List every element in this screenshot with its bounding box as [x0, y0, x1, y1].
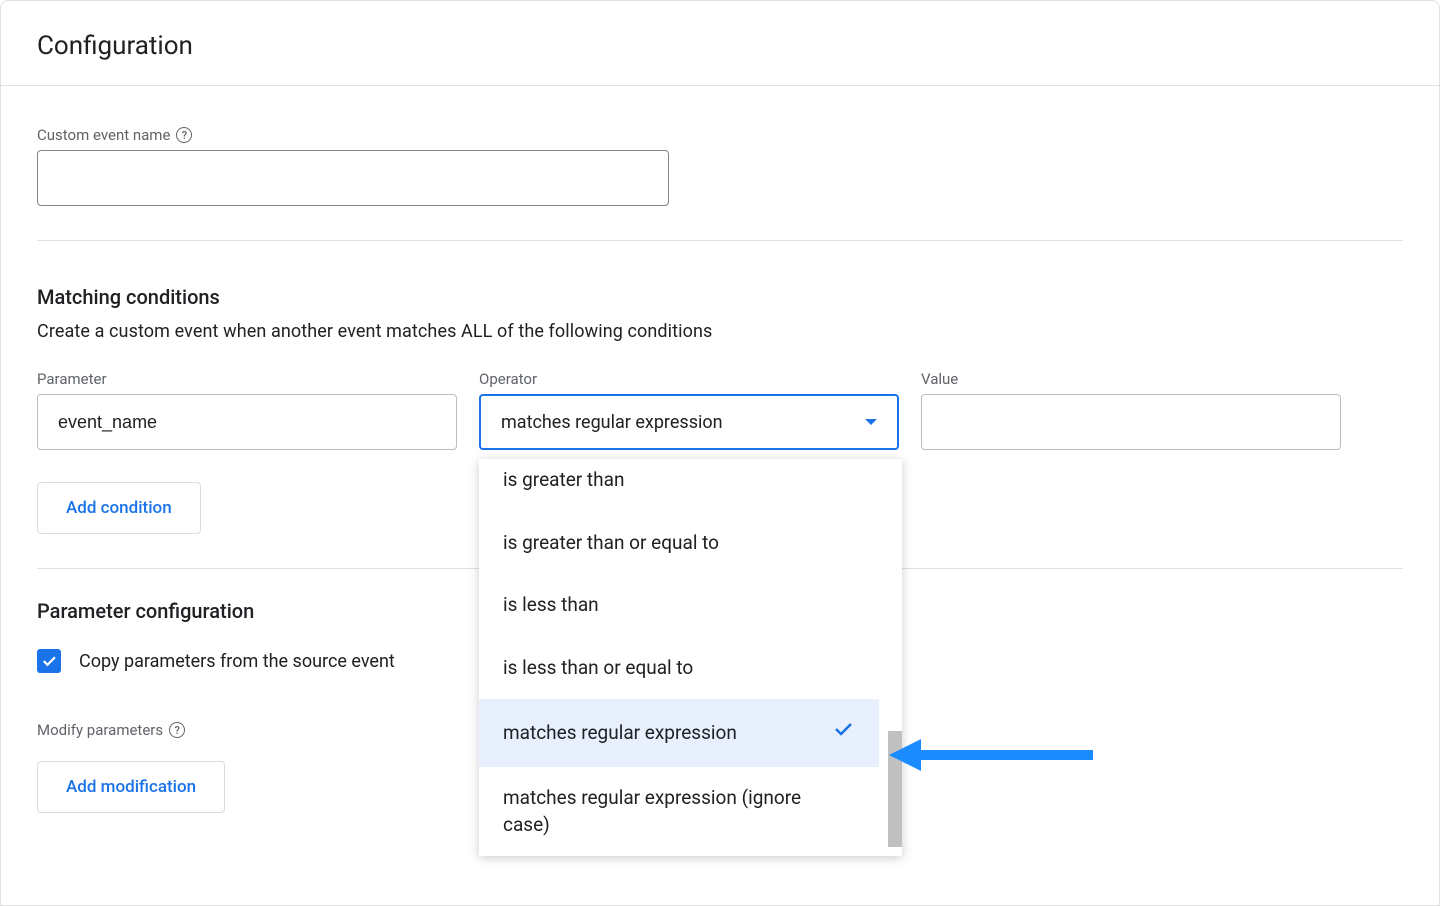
annotation-arrow	[889, 739, 1093, 771]
arrow-head-icon	[889, 739, 921, 771]
dropdown-item-is-less-than[interactable]: is less than	[479, 574, 879, 637]
dropdown-item-label: is greater than or equal to	[503, 530, 719, 557]
operator-select[interactable]: matches regular expression	[479, 394, 899, 450]
operator-dropdown-menu: is greater than is greater than or equal…	[479, 459, 902, 856]
matching-conditions-description: Create a custom event when another event…	[37, 321, 1403, 342]
matching-conditions-title: Matching conditions	[37, 285, 1403, 309]
divider	[37, 240, 1403, 241]
operator-label: Operator	[479, 370, 899, 388]
copy-parameters-label: Copy parameters from the source event	[79, 651, 395, 672]
dropdown-arrow-icon	[865, 419, 877, 425]
dropdown-item-matches-regular-expression[interactable]: matches regular expression	[479, 699, 879, 767]
dropdown-item-matches-regular-expression-ignore-case[interactable]: matches regular expression (ignore case)	[479, 767, 879, 856]
dropdown-item-label: is less than	[503, 592, 599, 619]
dropdown-item-label: matches regular expression	[503, 720, 737, 747]
dropdown-item-label: matches regular expression (ignore case)	[503, 785, 823, 838]
help-icon[interactable]: ?	[169, 722, 185, 738]
conditions-row: Parameter Operator matches regular expre…	[37, 370, 1403, 450]
dropdown-item-label: is greater than	[503, 467, 624, 494]
custom-event-name-input[interactable]	[37, 150, 669, 206]
dropdown-item-is-greater-than-or-equal-to[interactable]: is greater than or equal to	[479, 512, 879, 575]
dropdown-item-is-greater-than[interactable]: is greater than	[479, 467, 879, 512]
operator-selected-value: matches regular expression	[501, 412, 723, 433]
label-text: Custom event name	[37, 126, 170, 144]
help-icon[interactable]: ?	[176, 127, 192, 143]
parameter-label: Parameter	[37, 370, 457, 388]
dropdown-item-label: is less than or equal to	[503, 655, 693, 682]
divider	[1, 85, 1439, 86]
value-input[interactable]	[921, 394, 1341, 450]
parameter-input[interactable]	[37, 394, 457, 450]
parameter-field: Parameter	[37, 370, 457, 450]
check-icon	[831, 717, 855, 749]
arrow-line	[921, 750, 1093, 760]
value-field: Value	[921, 370, 1341, 450]
add-modification-button[interactable]: Add modification	[37, 761, 225, 813]
copy-parameters-checkbox[interactable]	[37, 649, 61, 673]
custom-event-name-label: Custom event name ?	[37, 126, 1403, 144]
operator-field: Operator matches regular expression	[479, 370, 899, 450]
page-title: Configuration	[37, 31, 1403, 61]
add-condition-button[interactable]: Add condition	[37, 482, 201, 534]
value-label: Value	[921, 370, 1341, 388]
dropdown-item-is-less-than-or-equal-to[interactable]: is less than or equal to	[479, 637, 879, 700]
check-icon	[40, 652, 58, 670]
label-text: Modify parameters	[37, 721, 163, 739]
